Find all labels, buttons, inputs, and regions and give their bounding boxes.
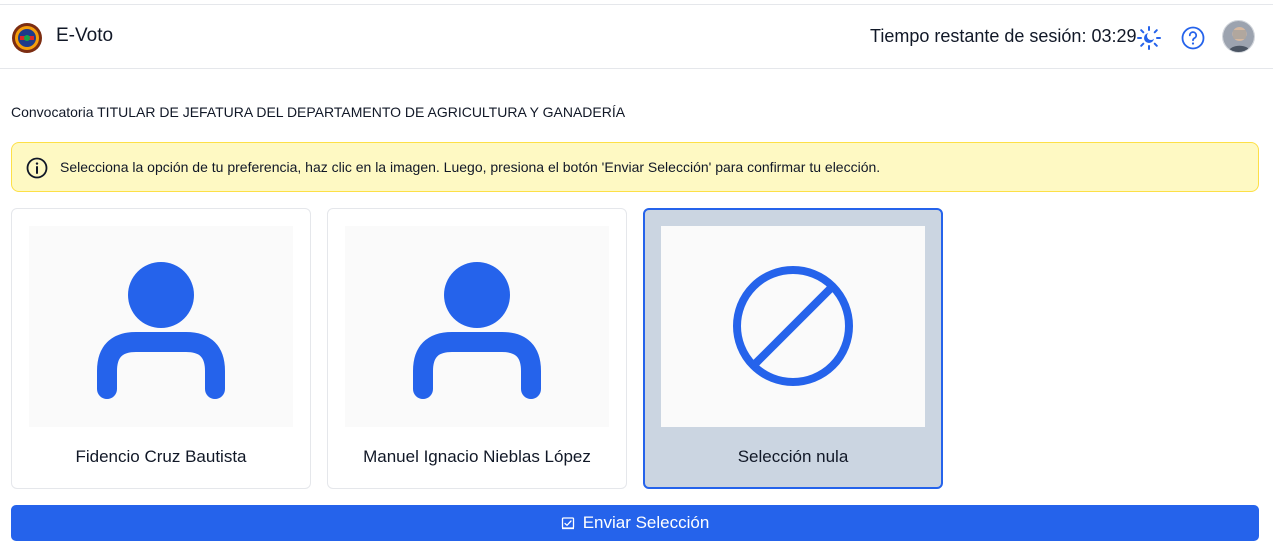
option-label-2: Manuel Ignacio Nieblas López [363,447,591,466]
theme-toggle-button[interactable] [1135,24,1163,52]
help-button[interactable] [1179,24,1207,52]
seal-logo [11,22,43,54]
info-icon [26,157,48,179]
app-title: E-Voto [56,25,114,46]
option-image-1[interactable] [29,226,293,427]
ballot-check-icon [561,517,574,530]
option-label-3: Selección nula [737,447,849,466]
option-card-3[interactable]: Selección nula [643,208,943,489]
sun-moon-icon [1137,26,1161,50]
help-icon [1181,26,1205,50]
app-header: E-Voto Tiempo restante de sesión: 03:29 [0,5,1273,69]
person-icon [413,262,541,399]
person-icon [97,262,225,399]
option-image-2[interactable] [345,226,609,427]
ban-icon [733,266,853,386]
option-label-1: Fidencio Cruz Bautista [75,447,247,466]
option-image-3[interactable] [661,226,925,427]
submit-label: Enviar Selección [582,513,710,532]
submit-selection-button[interactable]: Enviar Selección [11,505,1259,541]
session-timer: Tiempo restante de sesión: 03:29 [870,26,1137,46]
election-title: Convocatoria TITULAR DE JEFATURA DEL DEP… [11,104,626,120]
user-avatar[interactable] [1222,20,1255,53]
option-card-1[interactable]: Fidencio Cruz Bautista [11,208,311,489]
instruction-alert: Selecciona la opción de tu preferencia, … [11,142,1259,192]
alert-text: Selecciona la opción de tu preferencia, … [60,159,881,175]
option-card-2[interactable]: Manuel Ignacio Nieblas López [327,208,627,489]
